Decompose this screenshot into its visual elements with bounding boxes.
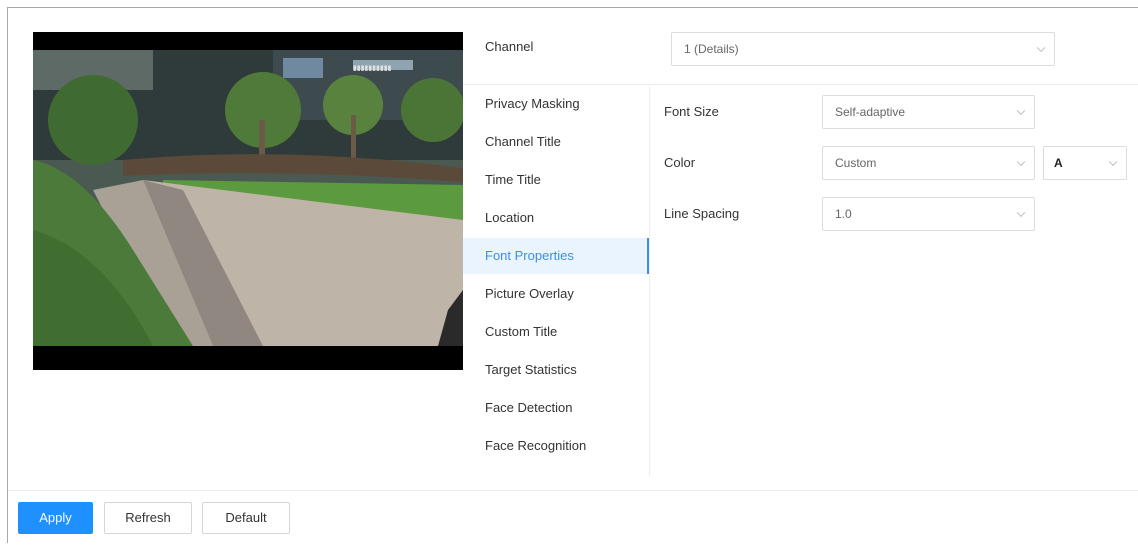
font-color-icon: A [1054,156,1063,170]
refresh-button[interactable]: Refresh [104,502,192,534]
line-spacing-label: Line Spacing [664,206,740,221]
menu-item-face-detection[interactable]: Face Detection [463,390,649,426]
color-label: Color [664,155,696,170]
menu-item-channel-title[interactable]: Channel Title [463,124,649,160]
font-size-select[interactable]: Self-adaptive [822,95,1035,129]
footer-divider [8,490,1138,491]
channel-select-value: 1 (Details) [684,42,739,56]
channel-row: Channel 1 (Details) [463,20,1138,82]
font-size-label: Font Size [664,104,719,119]
menu-item-font-properties[interactable]: Font Properties [463,238,649,274]
chevron-down-icon [1016,157,1026,167]
apply-button[interactable]: Apply [18,502,93,534]
menu-item-picture-overlay[interactable]: Picture Overlay [463,276,649,312]
line-spacing-value: 1.0 [835,207,852,221]
font-color-picker[interactable]: A [1043,146,1127,180]
chevron-down-icon [1036,43,1046,53]
header-divider [463,84,1138,85]
color-value: Custom [835,156,877,170]
font-size-value: Self-adaptive [835,105,906,119]
menu-item-custom-title[interactable]: Custom Title [463,314,649,350]
menu-item-face-recognition[interactable]: Face Recognition [463,428,649,464]
channel-select[interactable]: 1 (Details) [671,32,1055,66]
menu-divider [649,86,650,476]
osd-menu: Privacy Masking Channel Title Time Title… [463,86,649,476]
menu-item-target-statistics[interactable]: Target Statistics [463,352,649,388]
line-spacing-select[interactable]: 1.0 [822,197,1035,231]
default-button[interactable]: Default [202,502,290,534]
chevron-down-icon [1108,157,1118,167]
channel-label: Channel [485,39,534,54]
color-select[interactable]: Custom [822,146,1035,180]
chevron-down-icon [1016,208,1026,218]
menu-item-time-title[interactable]: Time Title [463,162,649,198]
menu-item-privacy-masking[interactable]: Privacy Masking [463,86,649,122]
chevron-down-icon [1016,106,1026,116]
menu-item-location[interactable]: Location [463,200,649,236]
video-preview: ▮▮▮▮▮▮▮▮▮▮ [33,32,463,370]
svg-text:▮▮▮▮▮▮▮▮▮▮: ▮▮▮▮▮▮▮▮▮▮ [353,64,392,72]
camera-image: ▮▮▮▮▮▮▮▮▮▮ [33,32,463,370]
